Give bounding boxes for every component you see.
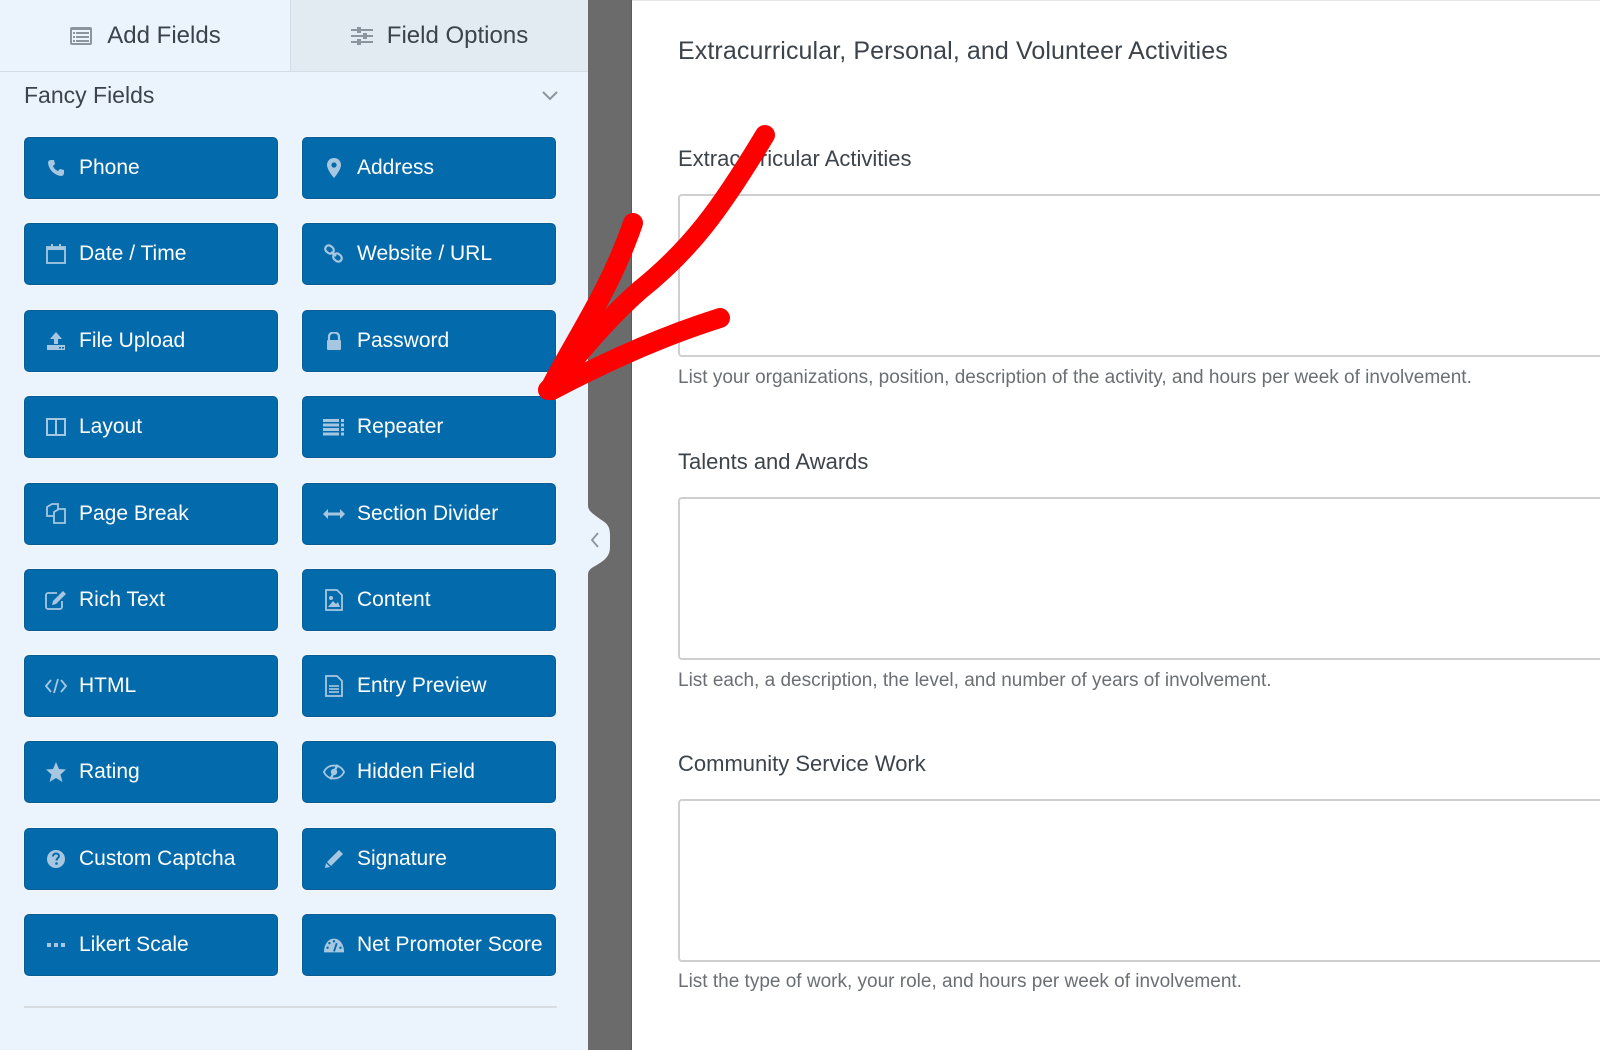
list-icon (69, 26, 93, 46)
field-button-label: HTML (79, 674, 137, 697)
edit-icon (45, 589, 67, 611)
field-button-label: Section Divider (357, 502, 499, 525)
field-button-label: Layout (79, 415, 143, 438)
repeater-icon (323, 416, 345, 438)
field-button-label: Rich Text (79, 588, 165, 611)
field-button-phone[interactable]: Phone (24, 137, 278, 199)
sliders-icon (350, 26, 373, 46)
field-button-label: Likert Scale (79, 933, 189, 956)
upload-icon (45, 330, 67, 352)
field-description: List the type of work, your role, and ho… (678, 971, 1242, 992)
field-button-net-promoter-score[interactable]: Net Promoter Score (302, 914, 556, 976)
field-button-label: Rating (79, 760, 140, 783)
field-button-label: Entry Preview (357, 674, 487, 697)
field-description: List your organizations, position, descr… (678, 367, 1472, 388)
link-icon (323, 243, 345, 265)
sidebar-tabs: Add Fields Field Options (0, 0, 588, 72)
star-icon (45, 761, 67, 783)
field-button-website-url[interactable]: Website / URL (302, 223, 556, 285)
field-button-address[interactable]: Address (302, 137, 556, 199)
eye-slash-icon (323, 761, 345, 783)
field-button-layout[interactable]: Layout (24, 396, 278, 458)
field-button-repeater[interactable]: Repeater (302, 396, 556, 458)
field-button-section-divider[interactable]: Section Divider (302, 483, 556, 545)
field-button-custom-captcha[interactable]: Custom Captcha (24, 828, 278, 890)
tab-field-options[interactable]: Field Options (291, 0, 588, 71)
pencil-icon (323, 848, 345, 870)
extracurricular-activities-textarea[interactable] (678, 194, 1600, 357)
lock-icon (323, 330, 345, 352)
fancy-fields-section-header[interactable]: Fancy Fields (24, 78, 560, 112)
form-preview: Extracurricular, Personal, and Volunteer… (632, 0, 1600, 1050)
gauge-icon (323, 934, 345, 956)
field-button-rich-text[interactable]: Rich Text (24, 569, 278, 631)
field-button-page-break[interactable]: Page Break (24, 483, 278, 545)
field-button-content[interactable]: Content (302, 569, 556, 631)
arrows-horizontal-icon (323, 503, 345, 525)
field-button-label: Page Break (79, 502, 189, 525)
field-button-likert-scale[interactable]: Likert Scale (24, 914, 278, 976)
code-icon (45, 675, 67, 697)
field-button-date-time[interactable]: Date / Time (24, 223, 278, 285)
field-description: List each, a description, the level, and… (678, 670, 1272, 691)
chevron-down-icon[interactable] (540, 85, 560, 105)
field-button-label: Date / Time (79, 242, 187, 265)
tab-label: Add Fields (107, 21, 221, 49)
field-button-label: File Upload (79, 329, 186, 352)
field-button-password[interactable]: Password (302, 310, 556, 372)
calendar-icon (45, 243, 67, 265)
field-button-html[interactable]: HTML (24, 655, 278, 717)
field-button-file-upload[interactable]: File Upload (24, 310, 278, 372)
question-circle-icon (45, 848, 67, 870)
sidebar-divider (24, 1006, 557, 1008)
field-label-extracurricular: Extracurricular Activities (678, 146, 912, 171)
copy-pages-icon (45, 503, 67, 525)
field-label-community-service: Community Service Work (678, 751, 926, 776)
community-service-textarea[interactable] (678, 799, 1600, 962)
field-button-entry-preview[interactable]: Entry Preview (302, 655, 556, 717)
field-button-label: Address (357, 156, 435, 179)
field-button-rating[interactable]: Rating (24, 741, 278, 803)
ellipsis-icon (45, 934, 67, 956)
tab-add-fields[interactable]: Add Fields (0, 0, 291, 71)
form-section-title: Extracurricular, Personal, and Volunteer… (678, 37, 1228, 65)
columns-icon (45, 416, 67, 438)
section-title: Fancy Fields (24, 81, 155, 108)
field-label-talents: Talents and Awards (678, 449, 869, 474)
field-button-signature[interactable]: Signature (302, 828, 556, 890)
talents-awards-textarea[interactable] (678, 497, 1600, 660)
field-button-hidden-field[interactable]: Hidden Field (302, 741, 556, 803)
tab-label: Field Options (386, 21, 529, 49)
field-button-label: Content (357, 588, 431, 611)
field-button-label: Password (357, 329, 450, 352)
field-button-label: Custom Captcha (79, 847, 236, 870)
field-button-label: Website / URL (357, 242, 492, 265)
phone-icon (45, 157, 67, 179)
document-icon (323, 675, 345, 697)
field-button-label: Repeater (357, 415, 444, 438)
image-file-icon (323, 589, 345, 611)
fields-sidebar: Add Fields Field Options Fancy Fields Ph… (0, 0, 588, 1050)
collapse-sidebar-button[interactable] (588, 505, 612, 575)
field-button-label: Hidden Field (357, 760, 475, 783)
field-button-label: Signature (357, 847, 447, 870)
field-button-label: Phone (79, 156, 140, 179)
map-marker-icon (323, 157, 345, 179)
field-button-label: Net Promoter Score (357, 933, 543, 956)
